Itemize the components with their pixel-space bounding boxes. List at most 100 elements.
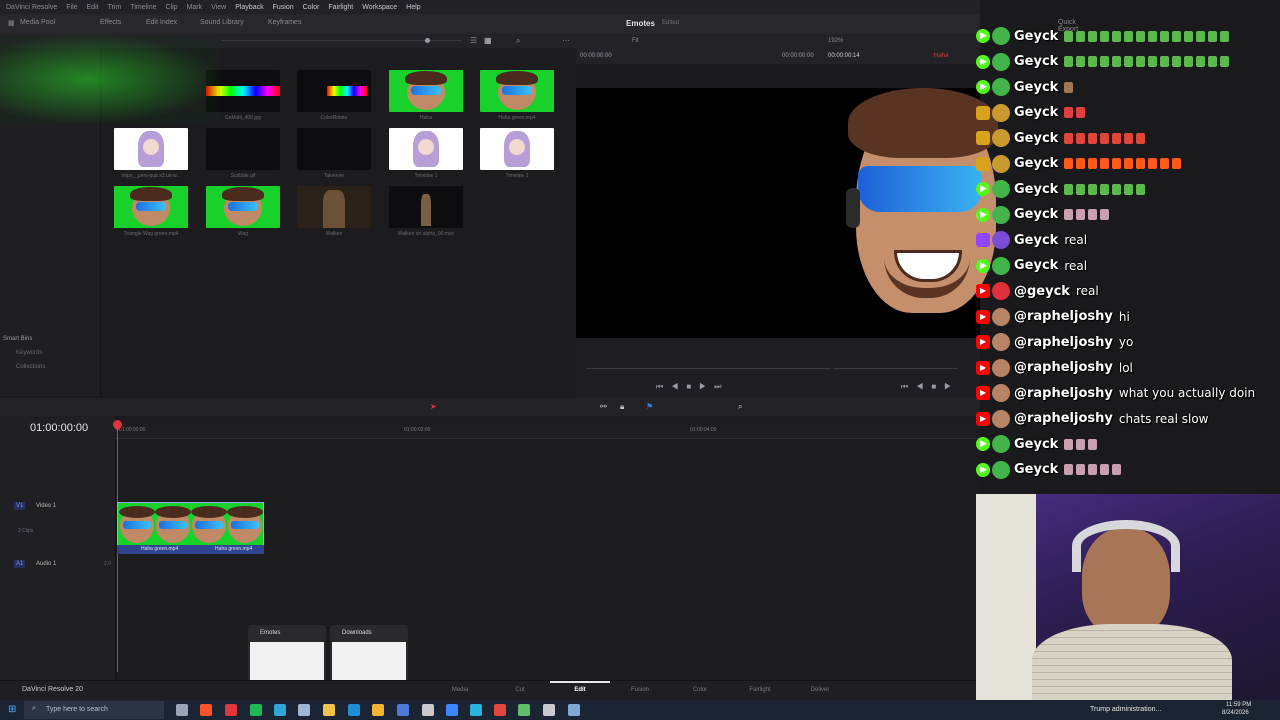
timeline-viewer[interactable] bbox=[576, 88, 998, 338]
fit-dropdown[interactable]: Fit bbox=[632, 38, 639, 44]
media-clip[interactable]: Haha bbox=[389, 70, 463, 121]
sound-library-button[interactable]: Sound Library bbox=[200, 19, 244, 26]
edited-status: Edited bbox=[662, 20, 680, 26]
news-widget[interactable]: Trump administration... bbox=[1090, 706, 1161, 713]
menu-item[interactable]: Timeline bbox=[130, 4, 156, 11]
media-clip[interactable]: Timeline 1 bbox=[389, 128, 463, 179]
brave-icon[interactable] bbox=[200, 704, 212, 716]
media-clip[interactable]: ColorRotate bbox=[297, 70, 371, 121]
taskbar-search[interactable]: ⌕ Type here to search bbox=[24, 701, 164, 719]
zoom-icon[interactable]: ⌕ bbox=[738, 402, 742, 412]
selection-tool-icon[interactable]: ➤ bbox=[430, 402, 437, 411]
chat-username: Geyck bbox=[1014, 181, 1059, 197]
menu-item[interactable]: Clip bbox=[166, 4, 178, 11]
boost-badge-icon bbox=[976, 105, 990, 120]
file-explorer-icon[interactable] bbox=[323, 704, 335, 716]
clip-label: ColorRotate bbox=[320, 115, 348, 121]
emote-icon bbox=[1112, 56, 1122, 67]
app-icon[interactable] bbox=[397, 704, 409, 716]
flag-icon[interactable]: ⚑ bbox=[646, 402, 653, 411]
chat-message: Geyck real bbox=[976, 228, 1280, 252]
menu-item[interactable]: Mark bbox=[187, 4, 203, 11]
app-icon[interactable] bbox=[494, 704, 506, 716]
page-tab-edit[interactable]: Edit bbox=[560, 687, 600, 693]
clip-thumbnail bbox=[389, 70, 463, 112]
more-options-icon[interactable]: ⋯ bbox=[562, 36, 570, 45]
audio-track-name[interactable]: Audio 1 bbox=[36, 561, 56, 567]
zoom-slider-handle[interactable] bbox=[425, 38, 430, 43]
media-pool-icon[interactable]: ▦ bbox=[8, 19, 15, 27]
video-track-name[interactable]: Video 1 bbox=[36, 503, 56, 509]
menu-item[interactable]: DaVinci Resolve bbox=[6, 4, 57, 11]
effects-button[interactable]: Effects bbox=[100, 19, 121, 26]
obs-icon[interactable] bbox=[422, 704, 434, 716]
audio-track-tag[interactable]: A1 bbox=[14, 560, 26, 568]
zoom-dropdown[interactable]: 192% bbox=[828, 38, 843, 44]
app-icon[interactable] bbox=[543, 704, 555, 716]
chat-username: @rapheljoshy bbox=[1014, 385, 1113, 401]
media-clip[interactable]: Walken on alpha_06.mov bbox=[389, 186, 463, 237]
page-tab-fusion[interactable]: Fusion bbox=[620, 687, 660, 693]
media-clip[interactable]: Takeover bbox=[297, 128, 371, 179]
app-icon[interactable] bbox=[446, 704, 458, 716]
chrome-icon[interactable] bbox=[372, 704, 384, 716]
keywords-bin[interactable]: Keywords bbox=[16, 350, 42, 356]
menu-item[interactable]: Color bbox=[303, 4, 320, 11]
menu-item[interactable]: View bbox=[211, 4, 226, 11]
emote-icon bbox=[1220, 30, 1230, 42]
menu-item[interactable]: Workspace bbox=[362, 4, 397, 11]
grid-view-icon[interactable]: ▦ bbox=[484, 36, 492, 45]
search-icon[interactable]: ⌕ bbox=[516, 36, 520, 46]
media-clip[interactable]: Triangle Wag green.mp4 bbox=[114, 186, 188, 237]
davinci-resolve-icon[interactable] bbox=[568, 704, 580, 716]
page-tab-fairlight[interactable]: Fairlight bbox=[740, 687, 780, 693]
page-tab-color[interactable]: Color bbox=[680, 687, 720, 693]
media-clip[interactable]: Wag bbox=[206, 186, 280, 237]
clip-name: Haha bbox=[934, 53, 949, 59]
menu-item[interactable]: Fairlight bbox=[328, 4, 353, 11]
edge-icon[interactable] bbox=[348, 704, 360, 716]
transport-controls[interactable]: ⏮◀■▶⏭ bbox=[656, 382, 730, 392]
media-clip[interactable]: Timeline 2 bbox=[480, 128, 554, 179]
menu-item[interactable]: Playback bbox=[235, 4, 263, 11]
windows-start-icon[interactable]: ⊞ bbox=[8, 704, 16, 715]
steam-icon[interactable] bbox=[298, 704, 310, 716]
list-view-icon[interactable]: ☰ bbox=[470, 36, 477, 45]
edit-index-button[interactable]: Edit Index bbox=[146, 19, 177, 26]
edge-icon[interactable] bbox=[274, 704, 286, 716]
record-transport-controls[interactable]: ⏮◀■▶ bbox=[901, 382, 959, 392]
record-scrubber[interactable] bbox=[833, 368, 958, 369]
menu-item[interactable]: Help bbox=[406, 4, 420, 11]
menu-item[interactable]: Trim bbox=[108, 4, 122, 11]
keyframes-button[interactable]: Keyframes bbox=[268, 19, 301, 26]
timeline-ruler[interactable]: 01:00:00:00 01:00:02:00 01:00:04:00 bbox=[115, 424, 980, 439]
page-tab-deliver[interactable]: Deliver bbox=[800, 687, 840, 693]
media-clip[interactable]: https__pero-pub.s3.us-w... bbox=[114, 128, 188, 179]
menu-item[interactable]: File bbox=[66, 4, 77, 11]
opera-icon[interactable] bbox=[225, 704, 237, 716]
media-clip[interactable]: Walken bbox=[297, 186, 371, 237]
search-placeholder: Type here to search bbox=[46, 706, 108, 713]
menu-item[interactable]: Edit bbox=[87, 4, 99, 11]
chat-message: ▶ Geyck bbox=[976, 432, 1280, 456]
page-tab-media[interactable]: Media bbox=[440, 687, 480, 693]
lock-icon[interactable]: 🔒︎ bbox=[620, 402, 624, 412]
source-scrubber[interactable] bbox=[586, 368, 831, 369]
app-icon[interactable] bbox=[518, 704, 530, 716]
link-icon[interactable]: ⚯ bbox=[600, 402, 607, 411]
page-tab-cut[interactable]: Cut bbox=[500, 687, 540, 693]
user-avatar bbox=[992, 435, 1010, 453]
media-clip[interactable]: Scribble.gif bbox=[206, 128, 280, 179]
media-pool-button[interactable]: Media Pool bbox=[20, 19, 55, 26]
emote-icon bbox=[1076, 209, 1086, 220]
collections-bin[interactable]: Collections bbox=[16, 364, 45, 370]
user-avatar bbox=[992, 307, 1010, 326]
emote-icon bbox=[1184, 56, 1194, 67]
menu-item[interactable]: Fusion bbox=[273, 4, 294, 11]
video-track-tag[interactable]: V1 bbox=[14, 502, 26, 510]
spotify-icon[interactable] bbox=[250, 704, 262, 716]
emote-icon bbox=[1112, 464, 1122, 475]
task-view-icon[interactable] bbox=[176, 704, 188, 716]
app-icon[interactable] bbox=[470, 704, 482, 716]
media-clip[interactable]: Haha green.mp4 bbox=[480, 70, 554, 121]
